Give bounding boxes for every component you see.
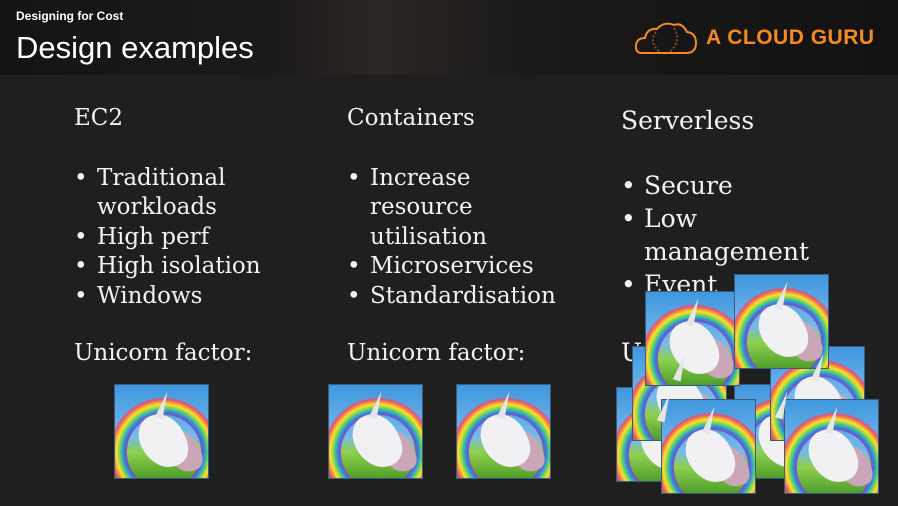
unicorn-image <box>735 275 828 368</box>
unicorn-image <box>115 385 208 478</box>
unicorn-factor-label: Unicorn factor: <box>74 340 253 366</box>
list-item: Increase resource utilisation <box>347 164 530 253</box>
list-item: Traditional workloads <box>74 164 257 223</box>
unicorn-factor-label: Unicorn factor: <box>347 340 526 366</box>
column-heading: EC2 <box>74 105 124 131</box>
list-item: Low management <box>621 202 834 268</box>
column-heading: Serverless <box>621 106 755 135</box>
list-item: Secure <box>621 169 834 202</box>
list-item: High perf <box>74 223 261 253</box>
unicorn-image <box>457 385 550 478</box>
unicorn-image <box>662 400 755 493</box>
unicorn-image <box>329 385 422 478</box>
slide-title: Design examples <box>16 30 254 65</box>
list-item: High isolation <box>74 252 261 282</box>
list-item: Standardisation <box>347 282 556 312</box>
logo-text: A CLOUD GURU <box>706 26 875 49</box>
slide-header: Designing for Cost Design examples A CLO… <box>0 0 898 75</box>
unicorn-image <box>785 400 878 493</box>
logo: A CLOUD GURU <box>634 20 875 56</box>
column-serverless: Serverless Secure Low management Event <box>621 104 834 301</box>
cloud-logo-icon <box>634 22 698 54</box>
slide-subtitle: Designing for Cost <box>16 9 124 23</box>
list-item: Windows <box>74 282 261 312</box>
unicorn-image <box>646 292 739 385</box>
column-heading: Containers <box>347 105 475 131</box>
column-ec2: EC2 Traditional workloads High perf High… <box>74 104 261 311</box>
column-containers: Containers Increase resource utilisation… <box>347 104 556 311</box>
list-item: Microservices <box>347 252 556 282</box>
